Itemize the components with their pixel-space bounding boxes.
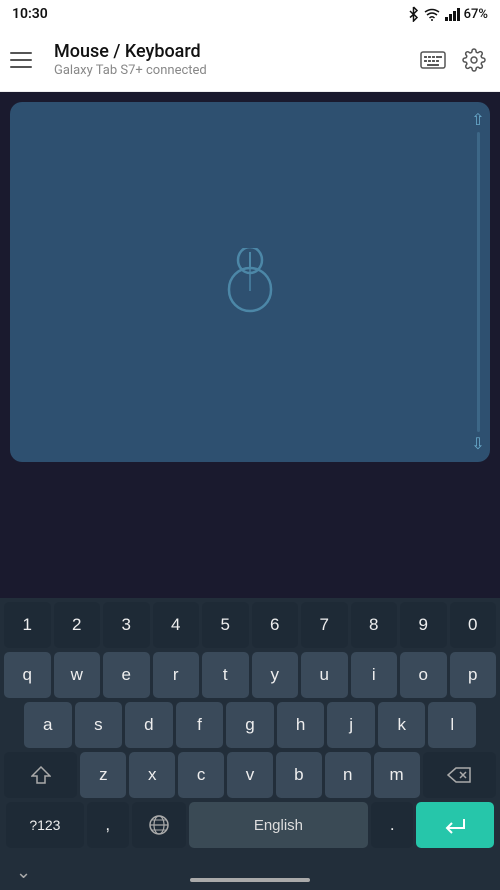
key-g[interactable]: g xyxy=(226,702,274,748)
number-row: 1 2 3 4 5 6 7 8 9 0 xyxy=(0,598,500,648)
key-r[interactable]: r xyxy=(153,652,200,698)
keyboard-bottom-bar: ⌄ xyxy=(0,854,500,890)
key-o[interactable]: o xyxy=(400,652,447,698)
key-y[interactable]: y xyxy=(252,652,299,698)
settings-button[interactable] xyxy=(458,44,490,76)
key-p[interactable]: p xyxy=(450,652,497,698)
key-a[interactable]: a xyxy=(24,702,72,748)
bottom-row: ?123 , English . xyxy=(0,798,500,854)
home-indicator xyxy=(190,878,310,882)
language-label: English xyxy=(254,817,303,834)
key-7[interactable]: 7 xyxy=(301,602,348,648)
key-e[interactable]: e xyxy=(103,652,150,698)
menu-icon[interactable] xyxy=(10,44,42,76)
key-3[interactable]: 3 xyxy=(103,602,150,648)
key-n[interactable]: n xyxy=(325,752,371,798)
status-bar: 10:30 67% xyxy=(0,0,500,28)
globe-key[interactable] xyxy=(132,802,186,848)
key-q[interactable]: q xyxy=(4,652,51,698)
key-m[interactable]: m xyxy=(374,752,420,798)
status-time: 10:30 xyxy=(12,6,48,22)
space-key[interactable]: English xyxy=(189,802,369,848)
key-4[interactable]: 4 xyxy=(153,602,200,648)
key-5[interactable]: 5 xyxy=(202,602,249,648)
key-i[interactable]: i xyxy=(351,652,398,698)
key-c[interactable]: c xyxy=(178,752,224,798)
key-0[interactable]: 0 xyxy=(450,602,497,648)
key-z[interactable]: z xyxy=(80,752,126,798)
key-f[interactable]: f xyxy=(176,702,224,748)
collapse-keyboard-button[interactable]: ⌄ xyxy=(16,862,31,883)
key-1[interactable]: 1 xyxy=(4,602,51,648)
enter-icon xyxy=(444,816,466,834)
wifi-icon xyxy=(424,8,440,21)
key-9[interactable]: 9 xyxy=(400,602,447,648)
key-j[interactable]: j xyxy=(327,702,375,748)
top-bar-actions xyxy=(416,44,490,76)
zxcv-row: z x c v b n m xyxy=(0,748,500,798)
key-v[interactable]: v xyxy=(227,752,273,798)
key-s[interactable]: s xyxy=(75,702,123,748)
shift-key[interactable] xyxy=(4,752,77,798)
keyboard-button[interactable] xyxy=(416,47,450,73)
key-w[interactable]: w xyxy=(54,652,101,698)
keyboard-icon xyxy=(420,51,446,69)
key-k[interactable]: k xyxy=(378,702,426,748)
backspace-icon xyxy=(447,767,471,783)
page-title: Mouse / Keyboard xyxy=(54,41,416,63)
globe-icon xyxy=(148,814,170,836)
scrollbar: ⇧ ⇩ xyxy=(476,112,480,452)
enter-key[interactable] xyxy=(416,802,494,848)
mouse-icon xyxy=(224,248,276,316)
key-u[interactable]: u xyxy=(301,652,348,698)
qwerty-row: q w e r t y u i o p xyxy=(0,648,500,698)
asdf-row: a s d f g h j k l xyxy=(0,698,500,748)
page-subtitle: Galaxy Tab S7+ connected xyxy=(54,63,416,78)
scroll-down-arrow: ⇩ xyxy=(471,436,484,452)
backspace-key[interactable] xyxy=(423,752,496,798)
key-6[interactable]: 6 xyxy=(252,602,299,648)
period-key[interactable]: . xyxy=(371,802,413,848)
shift-icon xyxy=(31,766,51,784)
scroll-track xyxy=(477,132,480,432)
chevron-down-icon: ⌄ xyxy=(16,862,31,882)
signal-icon xyxy=(444,8,460,21)
top-bar: Mouse / Keyboard Galaxy Tab S7+ connecte… xyxy=(0,28,500,92)
status-icons: 67% xyxy=(407,6,488,22)
key-h[interactable]: h xyxy=(277,702,325,748)
key-8[interactable]: 8 xyxy=(351,602,398,648)
battery-text: 67% xyxy=(464,7,488,22)
comma-key[interactable]: , xyxy=(87,802,129,848)
key-b[interactable]: b xyxy=(276,752,322,798)
key-d[interactable]: d xyxy=(125,702,173,748)
key-x[interactable]: x xyxy=(129,752,175,798)
title-block: Mouse / Keyboard Galaxy Tab S7+ connecte… xyxy=(54,41,416,78)
gear-icon xyxy=(462,48,486,72)
touchpad-area[interactable]: ⇧ ⇩ xyxy=(10,102,490,462)
keyboard-area: 1 2 3 4 5 6 7 8 9 0 q w e r t y u i o p … xyxy=(0,598,500,890)
num-switch-key[interactable]: ?123 xyxy=(6,802,84,848)
scroll-up-arrow: ⇧ xyxy=(471,112,484,128)
bluetooth-icon xyxy=(407,6,420,22)
key-2[interactable]: 2 xyxy=(54,602,101,648)
key-l[interactable]: l xyxy=(428,702,476,748)
key-t[interactable]: t xyxy=(202,652,249,698)
